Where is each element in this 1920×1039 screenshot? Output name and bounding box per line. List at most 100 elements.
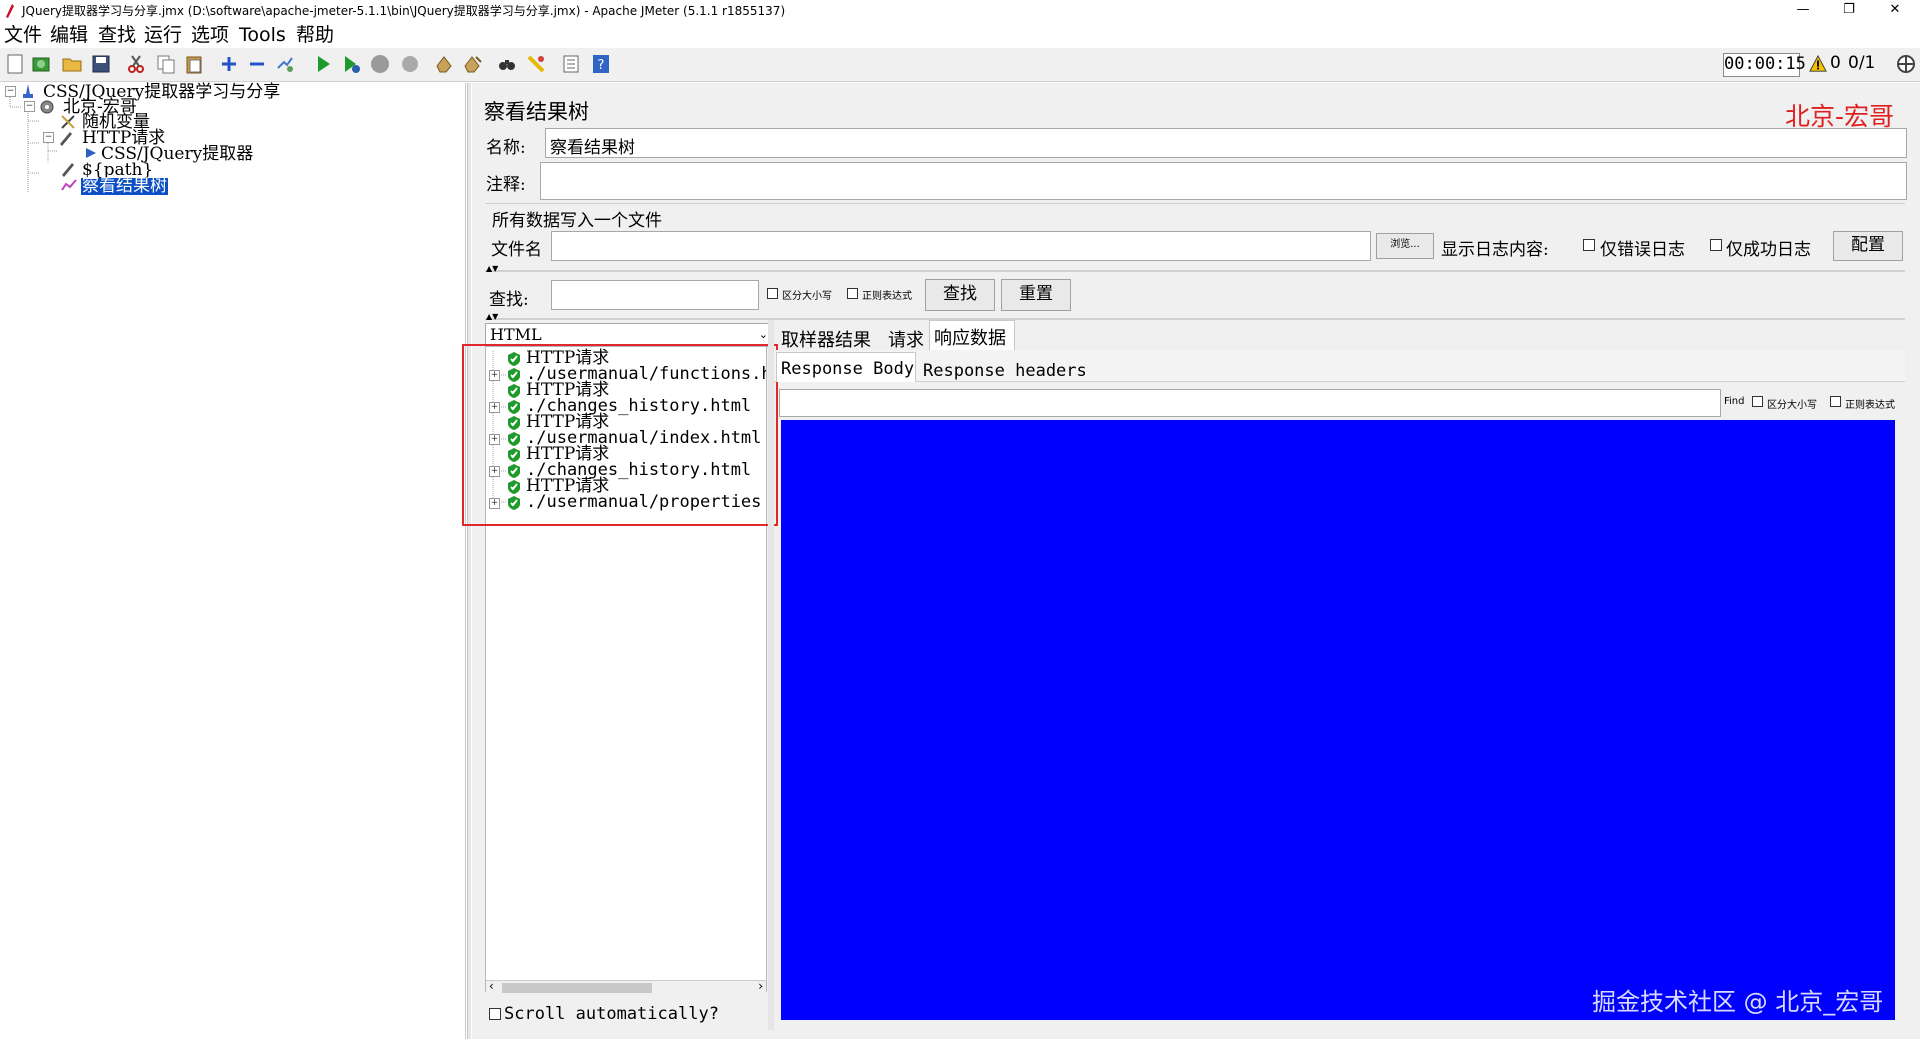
reset-search-icon[interactable] bbox=[526, 54, 546, 74]
find-button[interactable]: 查找 bbox=[925, 279, 995, 311]
name-input[interactable]: 察看结果树 bbox=[550, 133, 635, 158]
response-case-label: 区分大小写 bbox=[1767, 400, 1817, 411]
scroll-auto-checkbox[interactable] bbox=[489, 1008, 501, 1020]
templates-icon[interactable] bbox=[31, 54, 51, 74]
clear-icon[interactable] bbox=[434, 54, 454, 74]
scroll-thumb[interactable] bbox=[502, 983, 652, 993]
browse-button[interactable]: 浏览... bbox=[1376, 233, 1434, 259]
chevron-down-icon: ⌄ bbox=[758, 328, 768, 341]
response-find-label: Find bbox=[1724, 396, 1745, 407]
filename-label: 文件名 bbox=[491, 240, 542, 260]
warning-count: 0 bbox=[1830, 53, 1841, 73]
listener-chart-icon bbox=[61, 179, 77, 191]
menu-bar: 文件 编辑 查找 运行 选项 Tools 帮助 bbox=[0, 22, 1920, 48]
collapse-all-icon[interactable] bbox=[247, 54, 267, 74]
configure-button[interactable]: 配置 bbox=[1833, 231, 1903, 261]
tab-request[interactable]: 请求 bbox=[888, 326, 924, 352]
help-icon[interactable]: ? bbox=[591, 54, 611, 74]
response-find-input[interactable] bbox=[779, 389, 1721, 417]
name-label: 名称: bbox=[486, 138, 526, 158]
minimize-button[interactable]: — bbox=[1780, 0, 1826, 22]
menu-file[interactable]: 文件 bbox=[4, 22, 42, 48]
divider-2 bbox=[485, 318, 1905, 320]
menu-search[interactable]: 查找 bbox=[98, 22, 136, 48]
shutdown-icon[interactable] bbox=[400, 54, 420, 74]
collapse-arrows-icon[interactable]: ▲▼ bbox=[486, 264, 498, 273]
tab-response-data[interactable]: 响应数据 bbox=[934, 324, 1006, 350]
search-input[interactable] bbox=[551, 280, 759, 310]
remote-status-icon bbox=[1897, 55, 1915, 73]
menu-tools[interactable]: Tools bbox=[239, 22, 286, 48]
open-icon[interactable] bbox=[62, 54, 82, 74]
errors-only-checkbox[interactable] bbox=[1583, 239, 1595, 251]
filename-input[interactable] bbox=[551, 231, 1371, 261]
success-only-label: 仅成功日志 bbox=[1726, 240, 1811, 260]
clear-all-icon[interactable] bbox=[463, 54, 483, 74]
copy-icon[interactable] bbox=[156, 54, 176, 74]
restore-button[interactable]: ❐ bbox=[1826, 0, 1872, 22]
split-pane-divider[interactable] bbox=[467, 83, 471, 1039]
close-button[interactable]: ✕ bbox=[1872, 0, 1918, 22]
horizontal-scrollbar[interactable]: ‹ › bbox=[486, 979, 766, 994]
search-regex-checkbox[interactable] bbox=[847, 288, 858, 299]
new-icon[interactable] bbox=[5, 54, 25, 74]
function-helper-icon[interactable] bbox=[561, 54, 581, 74]
scroll-right-icon[interactable]: › bbox=[758, 979, 763, 993]
comment-input[interactable] bbox=[540, 162, 1907, 200]
response-regex-checkbox[interactable] bbox=[1830, 396, 1841, 407]
response-body-area[interactable] bbox=[781, 420, 1895, 1020]
search-case-checkbox[interactable] bbox=[767, 288, 778, 299]
results-divider[interactable] bbox=[768, 320, 774, 1030]
title-bar: JQuery提取器学习与分享.jmx (D:\software\apache-j… bbox=[0, 0, 1920, 22]
window-title: JQuery提取器学习与分享.jmx (D:\software\apache-j… bbox=[22, 4, 786, 18]
search-regex-label: 正则表达式 bbox=[862, 291, 912, 302]
highlight-box bbox=[462, 344, 778, 526]
expand-all-icon[interactable] bbox=[219, 54, 239, 74]
renderer-selected: HTML bbox=[490, 325, 542, 344]
toolbar: ? 0 0/1 bbox=[0, 48, 1920, 82]
thread-group-gear-icon bbox=[40, 100, 54, 114]
write-all-label: 所有数据写入一个文件 bbox=[492, 211, 662, 231]
paste-icon[interactable] bbox=[184, 54, 204, 74]
svg-text:?: ? bbox=[598, 58, 605, 73]
start-no-pauses-icon[interactable] bbox=[341, 54, 361, 74]
start-icon[interactable] bbox=[313, 54, 333, 74]
success-only-checkbox[interactable] bbox=[1710, 239, 1722, 251]
tab-sampler-result[interactable]: 取样器结果 bbox=[781, 326, 871, 352]
search-binoculars-icon[interactable] bbox=[497, 54, 517, 74]
watermark: 掘金技术社区 @ 北京_宏哥 bbox=[1592, 988, 1884, 1016]
test-plan-icon bbox=[23, 84, 33, 98]
thread-count: 0/1 bbox=[1848, 53, 1876, 73]
http-sampler-pencil-icon bbox=[60, 132, 72, 146]
comment-label: 注释: bbox=[486, 175, 526, 195]
tree-collapse-thread-group[interactable]: − bbox=[24, 101, 35, 112]
warning-icon bbox=[1809, 55, 1827, 72]
jmeter-feather-icon bbox=[6, 4, 14, 18]
panel-title: 察看结果树 bbox=[484, 100, 589, 124]
toggle-icon[interactable] bbox=[275, 54, 295, 74]
test-plan-tree: − CSS/JQuery提取器学习与分享 − 北京-宏哥 随机变量 − HTTP… bbox=[0, 83, 466, 1039]
menu-help[interactable]: 帮助 bbox=[296, 22, 334, 48]
save-icon[interactable] bbox=[91, 54, 111, 74]
sampler-pencil-icon bbox=[62, 163, 74, 177]
reset-button[interactable]: 重置 bbox=[1001, 279, 1071, 311]
extractor-arrow-icon bbox=[86, 148, 96, 158]
subtab-response-headers[interactable]: Response headers bbox=[923, 361, 1087, 381]
response-case-checkbox[interactable] bbox=[1752, 396, 1763, 407]
search-case-label: 区分大小写 bbox=[782, 291, 832, 302]
menu-run[interactable]: 运行 bbox=[144, 22, 182, 48]
errors-only-label: 仅错误日志 bbox=[1600, 240, 1685, 260]
random-variable-icon bbox=[61, 115, 75, 129]
collapse-arrows-icon-2[interactable]: ▲▼ bbox=[486, 312, 498, 321]
divider bbox=[485, 270, 1905, 272]
tree-node-view-results-tree[interactable]: 察看结果树 bbox=[81, 178, 168, 195]
tree-collapse-http-request[interactable]: − bbox=[43, 132, 54, 143]
menu-options[interactable]: 选项 bbox=[191, 22, 229, 48]
cut-icon[interactable] bbox=[126, 54, 146, 74]
stop-icon[interactable] bbox=[370, 54, 390, 74]
scroll-left-icon[interactable]: ‹ bbox=[489, 979, 494, 993]
tree-collapse-root[interactable]: − bbox=[5, 86, 16, 97]
menu-edit[interactable]: 编辑 bbox=[50, 22, 88, 48]
response-regex-label: 正则表达式 bbox=[1845, 400, 1895, 411]
subtab-response-body[interactable]: Response Body bbox=[781, 359, 914, 379]
